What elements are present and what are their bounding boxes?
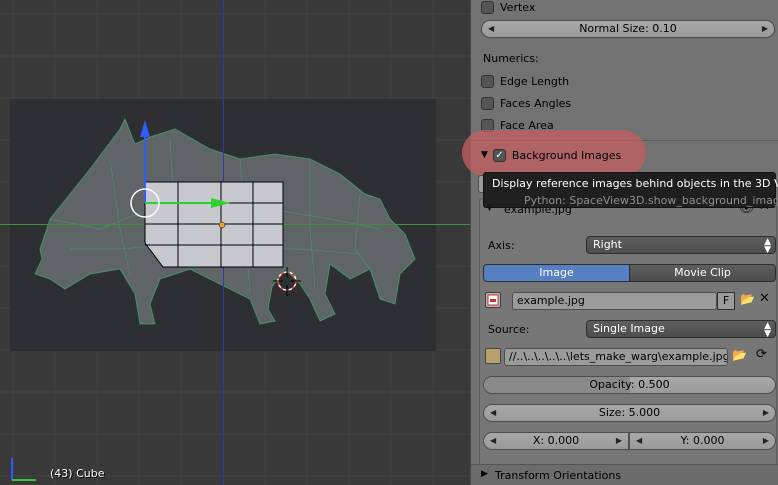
image-browse-icon[interactable] [485, 292, 501, 308]
file-icon [485, 348, 501, 364]
normal-size-field[interactable]: ◀ Normal Size: 0.10 ▶ [481, 20, 775, 38]
reload-icon[interactable]: ⟳ [756, 347, 767, 362]
offset-y-value: Y: 0.000 [680, 434, 725, 447]
open-folder-icon[interactable]: 📂 [740, 292, 755, 306]
offset-x-value: X: 0.000 [532, 434, 580, 447]
axis-dropdown[interactable]: Right ▲ ▼ [586, 236, 776, 255]
fake-user-label: F [722, 294, 730, 307]
normal-size-value: Normal Size: 0.10 [579, 22, 677, 35]
unlink-icon[interactable]: ✕ [759, 291, 770, 306]
background-images-header[interactable]: ▼ ✓ Background Images [481, 146, 621, 164]
size-field[interactable]: ◀ Size: 5.000 ▶ [483, 404, 776, 422]
transform-orientations-header[interactable]: ▶ Transform Orientations [471, 464, 778, 485]
edge-length-label: Edge Length [500, 74, 570, 88]
object-info-label: (43) Cube [50, 467, 105, 480]
expand-triangle-icon[interactable]: ▶ [481, 469, 488, 479]
decrement-arrow-icon[interactable]: ◀ [488, 21, 494, 37]
decrement-arrow-icon[interactable]: ◀ [490, 433, 496, 449]
3d-cursor[interactable] [272, 267, 302, 297]
axis-label: Axis: [488, 239, 515, 252]
image-name-value: example.jpg [517, 294, 585, 307]
selected-cube[interactable] [125, 115, 295, 275]
opacity-value: Opacity: 0.500 [589, 378, 670, 391]
browse-folder-icon[interactable]: 📂 [732, 348, 747, 362]
increment-arrow-icon[interactable]: ▶ [762, 21, 768, 37]
edge-length-row[interactable]: Edge Length [481, 72, 569, 90]
increment-arrow-icon[interactable]: ▶ [763, 405, 769, 421]
source-label: Source: [488, 323, 530, 336]
properties-panel: Vertex ◀ Normal Size: 0.10 ▶ Numerics: E… [470, 0, 778, 485]
transform-orientations-label: Transform Orientations [495, 469, 622, 482]
offset-y-field[interactable]: ◀ Y: 0.000 ▶ [629, 432, 776, 450]
increment-arrow-icon[interactable]: ▶ [616, 433, 622, 449]
offset-x-field[interactable]: ◀ X: 0.000 ▶ [483, 432, 629, 450]
increment-arrow-icon[interactable]: ▶ [763, 433, 769, 449]
3d-viewport[interactable]: (43) Cube [0, 0, 470, 485]
tab-movie-clip-label: Movie Clip [674, 266, 731, 279]
faces-angles-label: Faces Angles [500, 96, 572, 110]
vertex-checkbox[interactable] [481, 0, 494, 14]
image-name-field[interactable]: example.jpg [512, 292, 717, 310]
axis-value: Right [593, 238, 622, 251]
source-value: Single Image [593, 322, 665, 335]
background-images-label: Background Images [511, 148, 622, 162]
size-value: Size: 5.000 [598, 406, 661, 419]
filepath-field[interactable]: //..\..\..\..\..\lets_make_warg\example.… [504, 348, 728, 366]
tab-movie-clip[interactable]: Movie Clip [629, 264, 776, 282]
decrement-arrow-icon[interactable]: ◀ [490, 405, 496, 421]
fake-user-button[interactable]: F [717, 292, 735, 310]
numerics-heading: Numerics: [483, 52, 539, 65]
view-axis-icon [11, 458, 36, 481]
source-dropdown[interactable]: Single Image ▲ ▼ [586, 320, 776, 339]
tooltip-description: Display reference images behind objects … [492, 177, 778, 190]
faces-angles-checkbox[interactable] [481, 96, 494, 110]
tooltip: Display reference images behind objects … [483, 172, 778, 208]
vertex-normals-row[interactable]: Vertex [481, 0, 535, 16]
expand-triangle-icon[interactable]: ▼ [481, 150, 488, 160]
background-images-checkbox[interactable]: ✓ [492, 148, 506, 162]
tab-image[interactable]: Image [483, 264, 630, 282]
updown-arrows-icon: ▲ ▼ [764, 237, 771, 255]
decrement-arrow-icon[interactable]: ◀ [636, 433, 642, 449]
tooltip-python: Python: SpaceView3D.show_background_imag… [524, 194, 778, 207]
filepath-value: //..\..\..\..\..\lets_make_warg\example.… [509, 350, 728, 363]
faces-angles-row[interactable]: Faces Angles [481, 94, 571, 112]
vertex-label: Vertex [500, 0, 536, 14]
opacity-slider[interactable]: Opacity: 0.500 [483, 376, 776, 394]
tab-image-label: Image [539, 266, 574, 279]
edge-length-checkbox[interactable] [481, 74, 494, 88]
updown-arrows-icon: ▲ ▼ [764, 321, 771, 339]
background-image-item: ▼ example.jpg 👁 ✕ Axis: Right ▲▼ Image M… [479, 198, 777, 485]
